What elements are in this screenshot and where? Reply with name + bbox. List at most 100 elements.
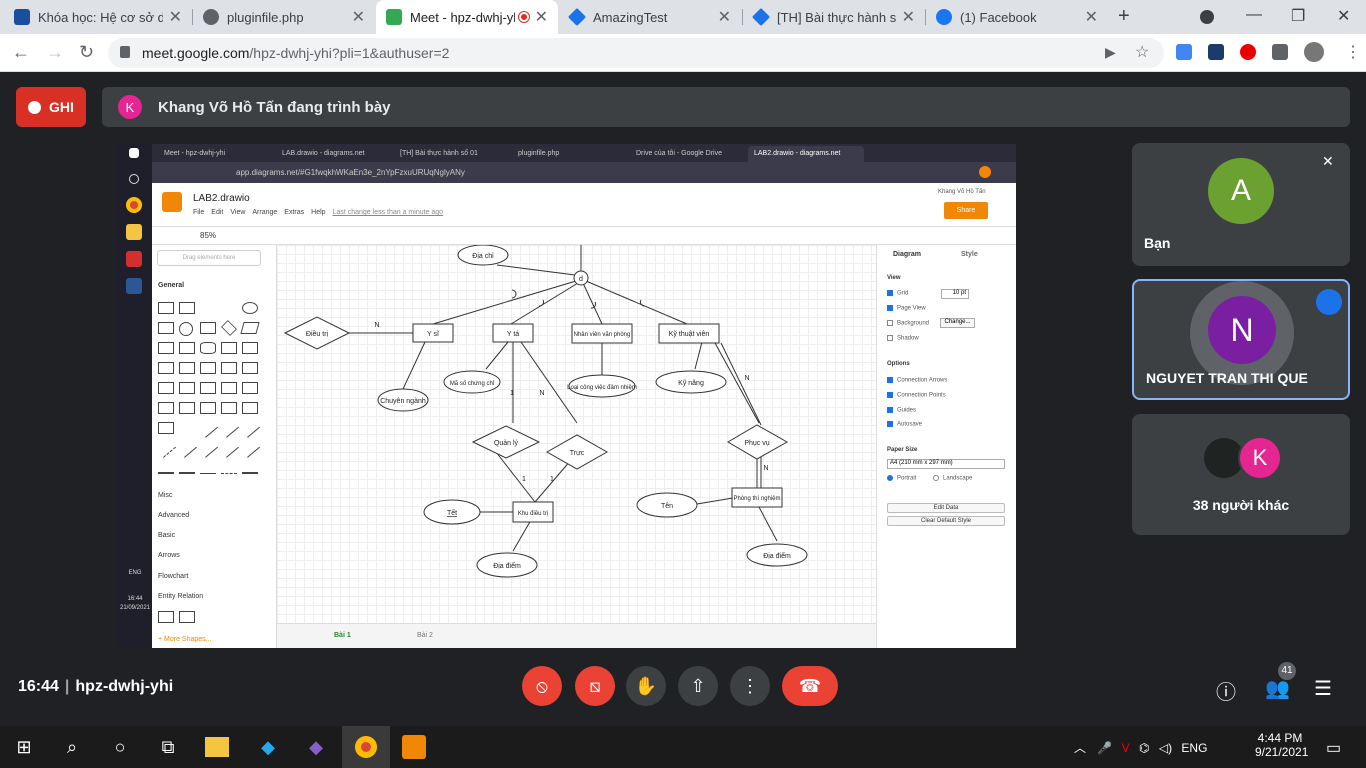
dia-diem-2-label: Địa điểm	[763, 552, 791, 560]
chat-icon[interactable]: ☰	[1314, 676, 1332, 701]
browser-tab[interactable]: pluginfile.php ✕	[193, 0, 375, 34]
extension-icon[interactable]	[1208, 44, 1224, 60]
participant-tile-speaking[interactable]: N NGUYET TRAN THI QUE	[1132, 279, 1350, 400]
close-tab-icon[interactable]: ✕	[902, 7, 915, 27]
meet-favicon-icon	[386, 9, 402, 25]
shape-library-panel: Drag elements here General Misc Advanced…	[152, 245, 277, 648]
chuyen-nganh-label: Chuyên ngành	[380, 398, 426, 405]
mic-toggle-button[interactable]: ⦸	[522, 666, 562, 706]
phone-hangup-icon: ☎	[798, 675, 822, 696]
more-vert-icon: ⋮	[741, 675, 759, 696]
dia-chi-top-label: Địa chỉ	[472, 252, 494, 260]
meeting-details-icon[interactable]: ⓘ	[1216, 676, 1236, 705]
dia-diem-1-label: Địa điểm	[493, 562, 521, 570]
drawio-logo-icon	[162, 192, 182, 212]
close-tab-icon[interactable]: ✕	[535, 7, 548, 27]
cardinality-n: N	[744, 375, 749, 382]
word-icon	[126, 278, 142, 294]
pdf-icon	[126, 251, 142, 267]
restore-icon[interactable]: ❐	[1291, 6, 1305, 26]
participant-tile-self[interactable]: A ✕ Bạn	[1132, 143, 1350, 266]
camera-blocked-icon[interactable]: ▶	[1105, 44, 1116, 61]
profile-menu-icon[interactable]	[1200, 10, 1214, 24]
drawio-toolbar: 85%	[152, 227, 1016, 245]
recording-badge[interactable]: GHI	[16, 87, 86, 127]
recording-icon	[518, 12, 529, 22]
camera-toggle-button[interactable]: ⧅	[575, 666, 615, 706]
hand-icon: ✋	[634, 675, 658, 696]
meet-stage: GHI K Khang Võ Hồ Tấn đang trình bày ENG…	[0, 72, 1366, 726]
drawio-icon[interactable]	[402, 735, 426, 759]
facebook-icon	[936, 9, 952, 25]
close-tab-icon[interactable]: ✕	[718, 7, 731, 27]
raise-hand-button[interactable]: ✋	[626, 666, 666, 706]
search-icon[interactable]: ⌕	[59, 734, 85, 760]
cortana-icon[interactable]: ○	[107, 734, 133, 760]
new-tab-icon[interactable]: +	[1118, 5, 1130, 28]
camera-off-icon: ⧅	[589, 675, 601, 696]
present-now-button[interactable]: ⇧	[678, 666, 718, 706]
meet-control-bar: 16:44 | hpz-dwhj-yhi ⦸ ⧅ ✋ ⇧ ⋮ ☎ ⓘ 👥 41 ☰	[0, 654, 1366, 726]
participants-count-badge: 41	[1278, 662, 1296, 680]
close-tab-icon[interactable]: ✕	[169, 7, 182, 27]
browser-tab[interactable]: Khóa học: Hệ cơ sở dữ ✕	[4, 0, 192, 34]
address-bar[interactable]: meet.google.com/hpz-dwhj-yhi?pli=1&authu…	[108, 38, 1164, 68]
windows-start-icon[interactable]: ⊞	[11, 734, 37, 760]
presenter-avatar: K	[118, 95, 142, 119]
drawio-header: LAB2.drawio File Edit View Arrange Extras Hel…	[152, 183, 1016, 227]
mic-off-icon: ⦸	[536, 675, 548, 696]
chevron-up-icon[interactable]: ︿	[1074, 741, 1086, 755]
avatar: A	[1208, 158, 1274, 224]
network-icon[interactable]: ⌬	[1139, 741, 1149, 755]
more-vert-icon[interactable]: ⋮	[1345, 42, 1361, 62]
participant-tile-others[interactable]: K 38 người khác	[1132, 414, 1350, 535]
dieu-tri-label: Điều trị	[306, 329, 329, 338]
close-tab-icon[interactable]: ✕	[352, 7, 365, 27]
tet-label: Tết	[447, 508, 457, 517]
phuc-vu-label: Phục vụ	[744, 440, 769, 447]
vietkey-icon[interactable]: V	[1122, 741, 1130, 755]
more-options-button[interactable]: ⋮	[730, 666, 770, 706]
diagram-canvas: d Địa chỉ Điều trị Y sĩ Y tá Nhân viên v…	[277, 245, 876, 623]
chrome-icon	[355, 736, 377, 758]
microphone-icon[interactable]: 🎤	[1097, 741, 1112, 755]
visual-studio-icon[interactable]: ◆	[303, 734, 329, 760]
minimize-icon[interactable]: —	[1246, 6, 1262, 24]
browser-tab[interactable]: (1) Facebook ✕	[926, 0, 1108, 34]
cardinality-1: 1	[522, 476, 526, 483]
system-tray: ︿ 🎤 V ⌬ ◁) ENG	[1074, 741, 1208, 755]
translate-extension-icon[interactable]	[1176, 44, 1192, 60]
task-view-icon[interactable]: ⧉	[155, 734, 181, 760]
chrome-taskbar-icon[interactable]	[342, 726, 390, 768]
notifications-icon[interactable]: ▭	[1326, 738, 1341, 758]
mic-off-icon: ✕	[1322, 153, 1334, 169]
browser-tab[interactable]: AmazingTest ✕	[559, 0, 741, 34]
khu-dieu-tri-label: Khu điều trị	[518, 511, 548, 517]
cardinality-1: 1	[510, 390, 514, 397]
ma-so-label: Mã số chứng chỉ	[450, 380, 495, 387]
vscode-icon[interactable]: ◆	[255, 734, 281, 760]
profile-avatar-icon[interactable]	[1304, 42, 1324, 62]
phong-thi-nghiem-label: Phòng thí nghiệm	[733, 496, 780, 502]
close-tab-icon[interactable]: ✕	[1085, 7, 1098, 27]
taskbar-clock[interactable]: 4:44 PM 9/21/2021	[1255, 731, 1308, 759]
adblock-extension-icon[interactable]	[1240, 44, 1256, 60]
volume-icon[interactable]: ◁)	[1159, 741, 1172, 755]
chrome-icon	[126, 197, 142, 213]
bkel-favicon-icon	[14, 9, 30, 25]
browser-tab-active[interactable]: Meet - hpz-dwhj-yhi ✕	[376, 0, 558, 34]
puzzle-extensions-icon[interactable]	[1272, 44, 1288, 60]
bookmark-star-icon[interactable]: ☆	[1135, 42, 1149, 62]
forward-icon[interactable]: →	[46, 42, 64, 63]
windows-start-icon	[129, 148, 139, 158]
url-text: meet.google.com/hpz-dwhj-yhi?pli=1&authu…	[142, 45, 450, 61]
cardinality-1: 1	[550, 476, 554, 483]
close-window-icon[interactable]: ✕	[1337, 6, 1350, 26]
cardinality-n: N	[539, 390, 544, 397]
back-icon[interactable]: ←	[12, 42, 30, 63]
inner-address-bar: app.diagrams.net/#G1fwqkhWKaEn3e_2nYpFzx…	[152, 162, 1016, 183]
browser-tab[interactable]: [TH] Bài thực hành số ✕	[743, 0, 925, 34]
reload-icon[interactable]: ↻	[79, 42, 94, 63]
leave-call-button[interactable]: ☎	[782, 666, 838, 706]
file-explorer-icon[interactable]	[205, 737, 229, 757]
